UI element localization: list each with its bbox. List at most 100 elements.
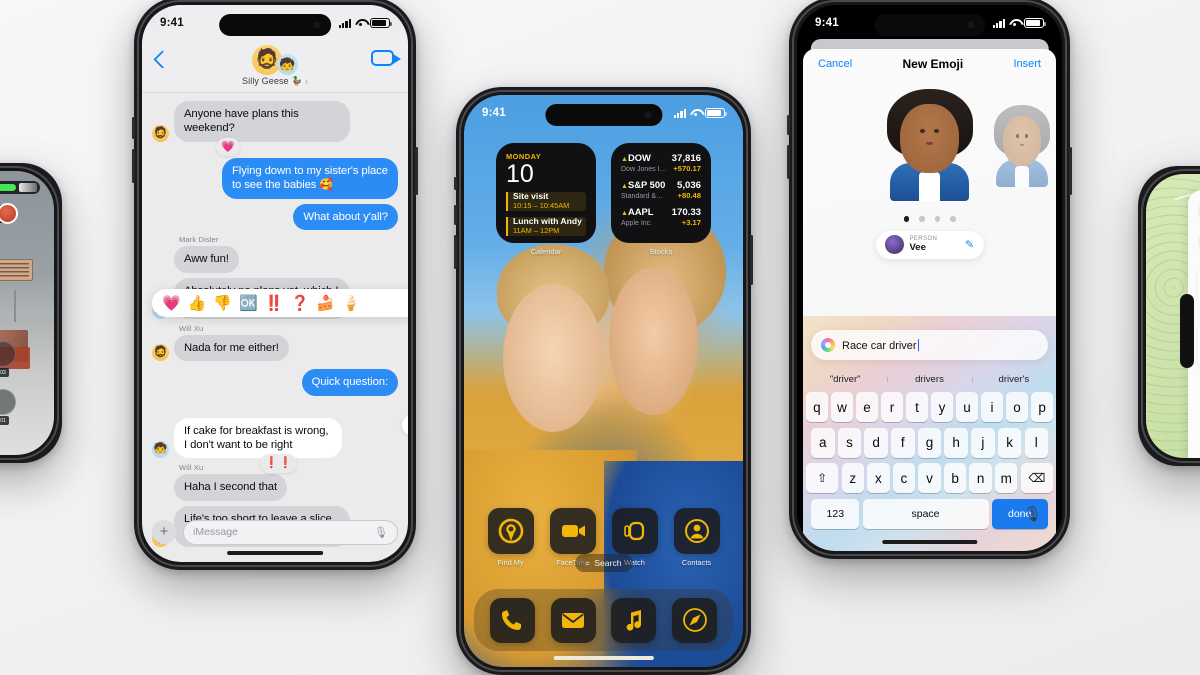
message-bubble[interactable]: What about y'all?	[293, 203, 398, 231]
key-y[interactable]: y	[931, 392, 953, 422]
tapback-emoji[interactable]: ‼️	[265, 294, 284, 312]
key-f[interactable]: f	[891, 427, 915, 458]
message-bubble[interactable]: If cake for breakfast is wrong, I don't …	[174, 417, 342, 459]
suggestion-chip[interactable]: drivers	[887, 374, 971, 385]
stocks-widget[interactable]: ▲DOW 37,816 Dow Jones I… +570.17 ▲S&P 50…	[611, 143, 711, 243]
calendar-widget[interactable]: MONDAY 10 Site visit 10:15 – 10:45AM Lun…	[496, 143, 596, 243]
page-dot[interactable]	[919, 216, 925, 222]
shift-key-icon[interactable]: ⇧	[806, 463, 839, 493]
add-reaction-icon[interactable]: ☺	[402, 413, 408, 436]
volume-down-button[interactable]	[787, 145, 790, 179]
genmoji-preview-primary[interactable]	[886, 89, 973, 201]
insert-button[interactable]: Insert	[1013, 58, 1041, 70]
power-button[interactable]	[750, 235, 753, 285]
compass-icon[interactable]	[672, 597, 718, 643]
tapback-emoji[interactable]: 💗	[162, 294, 181, 312]
tapback-emoji[interactable]: 🆗	[239, 294, 258, 312]
volume-up-button[interactable]	[132, 117, 135, 139]
tapback-emoji[interactable]: 👎	[213, 294, 232, 312]
app-contacts[interactable]: Contacts	[673, 508, 720, 567]
key-t[interactable]: t	[906, 392, 928, 422]
key-l[interactable]: l	[1024, 427, 1048, 458]
home-indicator[interactable]	[881, 539, 978, 544]
imessage-input[interactable]: iMessage 🎙	[183, 519, 398, 545]
key-u[interactable]: u	[956, 392, 978, 422]
key-p[interactable]: p	[1031, 392, 1053, 422]
space-key[interactable]: space	[862, 498, 989, 529]
page-dot[interactable]	[934, 216, 940, 222]
key-z[interactable]: z	[841, 463, 864, 493]
message-list[interactable]: 🧔 Anyone have plans this weekend? 💗 Flyi…	[142, 93, 408, 547]
calendar-event[interactable]: Lunch with Andy 11AM – 12PM	[506, 216, 586, 236]
game-screen[interactable]: …numument… 03 01	[0, 171, 54, 455]
message-bubble[interactable]: Nada for me either!	[174, 334, 289, 362]
cancel-button[interactable]: Cancel	[818, 58, 852, 70]
action-button[interactable]	[454, 177, 457, 190]
mail-icon[interactable]	[550, 597, 596, 643]
message-bubble[interactable]: Aww fun!	[174, 246, 239, 273]
suggestion-chip[interactable]: driver's	[971, 374, 1056, 385]
key-n[interactable]: n	[969, 463, 992, 493]
stock-row[interactable]: ▲AAPL 170.33 Apple Inc. +3.17	[621, 206, 701, 227]
add-attachment-button[interactable]: +	[152, 520, 176, 544]
message-bubble[interactable]: Anyone have plans this weekend?	[174, 101, 350, 142]
message-bubble[interactable]: Quick question:	[301, 369, 398, 396]
stock-row[interactable]: ▲DOW 37,816 Dow Jones I… +570.17	[621, 152, 701, 173]
music-note-icon[interactable]	[611, 597, 657, 643]
page-dot-active[interactable]	[903, 216, 909, 222]
key-j[interactable]: j	[971, 427, 995, 458]
key-e[interactable]: e	[856, 392, 878, 422]
key-d[interactable]: d	[864, 427, 888, 458]
message-bubble[interactable]: ❗❗ Haha I second that	[174, 454, 298, 501]
numbers-key[interactable]: 123	[811, 498, 860, 529]
volume-down-button[interactable]	[454, 235, 457, 269]
tapback-emoji[interactable]: 👍	[188, 294, 207, 312]
key-g[interactable]: g	[917, 427, 942, 458]
home-indicator[interactable]	[553, 655, 654, 660]
key-h[interactable]: h	[944, 427, 968, 458]
calendar-event[interactable]: Site visit 10:15 – 10:45AM	[506, 191, 586, 211]
key-i[interactable]: i	[981, 392, 1003, 422]
key-w[interactable]: w	[831, 392, 853, 422]
maps-screen[interactable]: ⌕ S ☕ Co Loc H Th Loc H	[1146, 174, 1200, 458]
back-chevron-icon[interactable]	[153, 50, 172, 69]
page-dot[interactable]	[950, 216, 956, 222]
page-dots[interactable]	[803, 216, 1056, 222]
message-bubble[interactable]: 💗 Flying down to my sister's place to se…	[216, 137, 398, 199]
home-indicator[interactable]	[227, 550, 323, 555]
reaction-badge[interactable]: ❗❗	[259, 454, 298, 473]
search-pill[interactable]: ⌕ Search	[574, 554, 633, 572]
stock-row[interactable]: ▲S&P 500 5,036 Standard &… +80.48	[621, 179, 701, 200]
volume-up-button[interactable]	[454, 205, 457, 225]
power-button[interactable]	[1069, 147, 1072, 195]
tapback-emoji-bar[interactable]: 💗 👍 👎 🆗 ‼️ ❓ 🍰 🍦	[152, 289, 408, 317]
key-o[interactable]: o	[1006, 392, 1028, 422]
tapback-emoji[interactable]: 🍦	[342, 294, 361, 312]
key-k[interactable]: k	[997, 427, 1022, 458]
volume-down-button[interactable]	[132, 149, 135, 183]
suggestion-chip[interactable]: "driver"	[803, 374, 887, 385]
key-c[interactable]: c	[892, 463, 916, 493]
microphone-icon[interactable]: 🎙	[374, 526, 388, 539]
key-q[interactable]: q	[806, 392, 828, 422]
video-camera-icon[interactable]	[371, 50, 401, 66]
key-v[interactable]: v	[918, 463, 941, 493]
key-b[interactable]: b	[943, 463, 967, 493]
phone-icon[interactable]	[489, 597, 535, 643]
backspace-key-icon[interactable]: ⌫	[1020, 463, 1054, 493]
key-m[interactable]: m	[995, 463, 1018, 493]
emoji-preview-carousel[interactable]	[803, 79, 1056, 214]
home-screen[interactable]: 9:41 MONDAY 10 Site visit 10:15 – 10:45A…	[464, 95, 743, 667]
key-s[interactable]: s	[837, 427, 862, 458]
power-button[interactable]	[415, 147, 418, 195]
person-chip[interactable]: PERSON Vee ✎	[875, 230, 984, 259]
reaction-badge[interactable]: 💗	[216, 137, 240, 156]
key-x[interactable]: x	[867, 463, 890, 493]
genmoji-prompt-input[interactable]: Race car driver	[811, 330, 1048, 360]
key-a[interactable]: a	[811, 427, 835, 458]
pencil-icon[interactable]: ✎	[965, 238, 975, 251]
genmoji-preview-secondary[interactable]	[994, 105, 1050, 187]
conversation-title[interactable]: Silly Geese 🦆 ›	[142, 76, 408, 87]
tapback-emoji[interactable]: 🍰	[316, 294, 335, 312]
key-r[interactable]: r	[881, 392, 903, 422]
